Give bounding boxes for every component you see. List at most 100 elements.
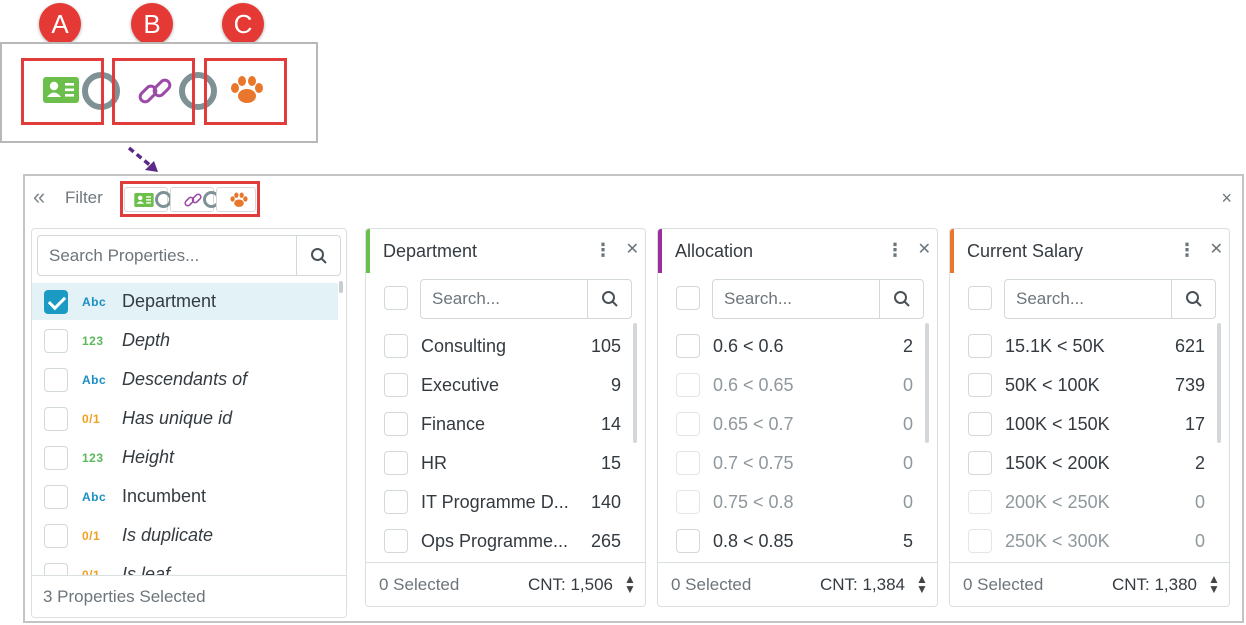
facet-row[interactable]: 0.7 < 0.75 0 — [658, 444, 937, 483]
facet-row-checkbox[interactable] — [384, 412, 408, 436]
facet-row-checkbox[interactable] — [384, 529, 408, 553]
property-item[interactable]: Abc Descendants of — [32, 361, 338, 398]
scrollbar[interactable] — [339, 281, 343, 293]
property-checkbox[interactable] — [44, 368, 68, 392]
mini-node-a[interactable] — [124, 187, 172, 212]
property-item[interactable]: 123 Depth — [32, 322, 338, 359]
facet-row[interactable]: 0.8 < 0.85 5 — [658, 522, 937, 561]
sort-toggle-icon[interactable]: ▲ ▼ — [624, 573, 636, 595]
mini-node-c[interactable] — [216, 187, 256, 212]
search-button[interactable] — [587, 280, 631, 318]
facet-footer: 0 Selected CNT: 1,506 ▲ ▼ — [366, 562, 645, 606]
property-type-tag: Abc — [82, 490, 107, 504]
facet-row[interactable]: HR 15 — [366, 444, 645, 483]
facet-row-checkbox[interactable] — [676, 334, 700, 358]
facet-row[interactable]: 200K < 250K 0 — [950, 483, 1229, 522]
property-checkbox[interactable] — [44, 290, 68, 314]
close-icon[interactable]: ✕ — [1210, 242, 1223, 258]
more-vertical-icon[interactable]: ⋮ — [1178, 241, 1196, 259]
facet-search-input[interactable]: Search... — [712, 279, 924, 319]
property-item[interactable]: 0/1 Is duplicate — [32, 517, 338, 554]
close-icon[interactable]: ✕ — [918, 242, 931, 258]
property-checkbox[interactable] — [44, 485, 68, 509]
facet-row-count: 0 — [902, 375, 913, 395]
facet-row-count: 5 — [902, 531, 913, 551]
property-name: Depth — [122, 330, 171, 350]
mini-node-b[interactable] — [170, 187, 220, 212]
facet-title: Department — [383, 241, 478, 261]
facet-row-checkbox[interactable] — [968, 373, 992, 397]
facet-row[interactable]: Executive 9 — [366, 366, 645, 405]
facet-row-checkbox[interactable] — [676, 373, 700, 397]
search-placeholder: Search... — [432, 289, 501, 308]
close-icon[interactable]: × — [1221, 189, 1232, 207]
facet-row[interactable]: 0.75 < 0.8 0 — [658, 483, 937, 522]
facet-row-label: 0.7 < 0.75 — [713, 453, 794, 473]
facet-row[interactable]: 0.6 < 0.6 2 — [658, 327, 937, 366]
property-item[interactable]: Abc Department — [32, 283, 338, 320]
breadcrumb-mini[interactable] — [120, 181, 260, 217]
property-name: Descendants of — [122, 369, 248, 389]
facet-row-checkbox[interactable] — [676, 412, 700, 436]
more-vertical-icon[interactable]: ⋮ — [886, 241, 904, 259]
facet-row[interactable]: 150K < 200K 2 — [950, 444, 1229, 483]
sort-toggle-icon[interactable]: ▲ ▼ — [1208, 573, 1220, 595]
property-item[interactable]: 123 Height — [32, 439, 338, 476]
facet-row[interactable]: Finance 14 — [366, 405, 645, 444]
property-checkbox[interactable] — [44, 407, 68, 431]
facet-row[interactable]: 15.1K < 50K 621 — [950, 327, 1229, 366]
facet-search-input[interactable]: Search... — [420, 279, 632, 319]
sort-toggle-icon[interactable]: ▲ ▼ — [916, 573, 928, 595]
facet-row-checkbox[interactable] — [968, 490, 992, 514]
property-checkbox[interactable] — [44, 524, 68, 548]
more-vertical-icon[interactable]: ⋮ — [594, 241, 612, 259]
filter-panel: « Filter × Search Properties... Abc Depa… — [23, 174, 1244, 623]
search-icon — [1185, 291, 1202, 307]
search-button[interactable] — [879, 280, 923, 318]
facet-row-checkbox[interactable] — [968, 451, 992, 475]
facet-row[interactable]: 0.6 < 0.65 0 — [658, 366, 937, 405]
property-type-tag: 123 — [82, 451, 104, 465]
facet-card: Allocation ⋮ ✕ Search... 0.6 < 0.6 2 0.6 < 0.6… — [657, 228, 938, 607]
facet-card: Current Salary ⋮ ✕ Search... 15.1K < 50K 621 5… — [949, 228, 1230, 607]
property-item[interactable]: 0/1 Has unique id — [32, 400, 338, 437]
facet-row[interactable]: IT Programme D... 140 — [366, 483, 645, 522]
close-icon[interactable]: ✕ — [626, 242, 639, 258]
double-chevron-left-icon[interactable]: « — [33, 186, 45, 208]
facet-row[interactable]: Ops Programme... 265 — [366, 522, 645, 561]
facet-row-checkbox[interactable] — [384, 334, 408, 358]
facet-row-checkbox[interactable] — [968, 334, 992, 358]
facet-row-checkbox[interactable] — [968, 412, 992, 436]
paw-icon — [230, 192, 248, 207]
facet-row-checkbox[interactable] — [384, 451, 408, 475]
select-all-checkbox[interactable] — [676, 286, 700, 310]
property-item[interactable]: Abc Incumbent — [32, 478, 338, 515]
facet-row[interactable]: 0.65 < 0.7 0 — [658, 405, 937, 444]
property-name: Has unique id — [122, 408, 233, 428]
facet-row-checkbox[interactable] — [384, 373, 408, 397]
facet-selected-count: 0 Selected — [379, 575, 460, 594]
property-checkbox[interactable] — [44, 329, 68, 353]
property-type-tag: Abc — [82, 295, 107, 309]
facet-row-count: 2 — [902, 336, 913, 356]
facet-row-label: 50K < 100K — [1005, 375, 1100, 395]
facet-row-checkbox[interactable] — [384, 490, 408, 514]
facet-row-checkbox[interactable] — [676, 451, 700, 475]
facet-row[interactable]: 250K < 300K 0 — [950, 522, 1229, 561]
facet-row[interactable]: Consulting 105 — [366, 327, 645, 366]
facet-search-input[interactable]: Search... — [1004, 279, 1216, 319]
facet-row-checkbox[interactable] — [676, 490, 700, 514]
facet-row-count: 265 — [590, 531, 621, 551]
facet-row-checkbox[interactable] — [676, 529, 700, 553]
facet-title: Allocation — [675, 241, 754, 261]
properties-search-input[interactable]: Search Properties... — [37, 235, 341, 276]
select-all-checkbox[interactable] — [384, 286, 408, 310]
facet-row[interactable]: 100K < 150K 17 — [950, 405, 1229, 444]
select-all-checkbox[interactable] — [968, 286, 992, 310]
facet-row[interactable]: 50K < 100K 739 — [950, 366, 1229, 405]
property-checkbox[interactable] — [44, 446, 68, 470]
search-button[interactable] — [1171, 280, 1215, 318]
facet-row-checkbox[interactable] — [968, 529, 992, 553]
search-button[interactable] — [296, 236, 340, 275]
facet-row-count: 621 — [1174, 336, 1205, 356]
